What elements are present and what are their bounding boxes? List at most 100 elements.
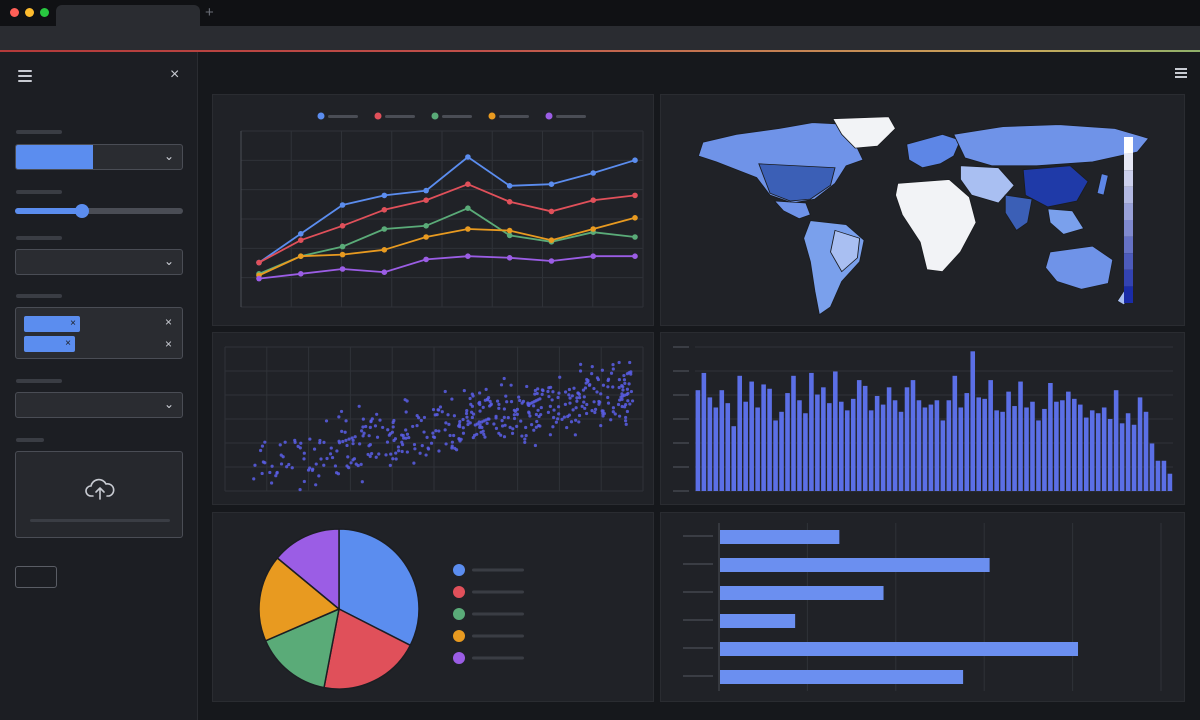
scatter-point bbox=[592, 386, 596, 391]
browser-tab[interactable] bbox=[56, 5, 200, 26]
column-bar bbox=[743, 401, 748, 491]
clear-row-icon[interactable]: × bbox=[165, 337, 172, 351]
scatter-point bbox=[552, 415, 556, 420]
scatter-point bbox=[420, 444, 424, 448]
column-bar bbox=[803, 413, 808, 491]
scatter-point bbox=[499, 383, 504, 387]
country-region bbox=[773, 200, 811, 220]
multiselect-field[interactable]: × × × × bbox=[15, 307, 183, 359]
clear-row-icon[interactable]: × bbox=[165, 315, 172, 329]
scatter-point bbox=[325, 456, 329, 461]
scatter-point bbox=[494, 426, 499, 430]
selected-chip[interactable]: × bbox=[24, 316, 80, 332]
column-bar bbox=[916, 400, 922, 491]
scatter-point bbox=[353, 435, 357, 439]
scatter-point bbox=[577, 413, 582, 418]
scatter-point bbox=[400, 440, 404, 444]
scatter-point bbox=[606, 385, 610, 389]
scatter-point bbox=[588, 382, 592, 387]
scatter-point bbox=[481, 429, 485, 433]
dropdown-select-1[interactable]: ⌄ bbox=[15, 249, 183, 275]
color-scale-step bbox=[1124, 170, 1133, 187]
chip-remove-icon[interactable]: × bbox=[70, 316, 76, 332]
scatter-point bbox=[623, 381, 627, 385]
scatter-point bbox=[397, 449, 401, 453]
scatter-point bbox=[260, 444, 265, 448]
scatter-point bbox=[415, 424, 419, 428]
scatter-point bbox=[443, 428, 447, 432]
scatter-point bbox=[438, 405, 443, 409]
scatter-point bbox=[263, 440, 267, 444]
scatter-point bbox=[509, 400, 514, 404]
scatter-point bbox=[443, 389, 447, 394]
new-tab-icon[interactable]: + bbox=[205, 4, 214, 22]
selected-chip[interactable]: × bbox=[24, 336, 75, 352]
column-bar bbox=[934, 400, 940, 491]
scatter-point bbox=[524, 425, 528, 430]
column-bar bbox=[976, 397, 981, 491]
scatter-point bbox=[356, 463, 360, 468]
scatter-point bbox=[334, 471, 339, 475]
scatter-point bbox=[455, 448, 459, 452]
scatter-point bbox=[546, 410, 551, 414]
scatter-point bbox=[391, 425, 395, 429]
scatter-point bbox=[523, 437, 527, 441]
scatter-point bbox=[335, 449, 339, 453]
scatter-point bbox=[617, 378, 621, 382]
scatter-point bbox=[405, 399, 409, 403]
column-bar bbox=[940, 420, 946, 491]
slider-handle[interactable] bbox=[75, 204, 90, 218]
chip-remove-icon[interactable]: × bbox=[65, 336, 71, 352]
scatter-point bbox=[302, 457, 306, 461]
file-upload-dropzone[interactable] bbox=[15, 451, 183, 538]
scatter-point bbox=[565, 425, 569, 430]
scatter-point bbox=[625, 409, 629, 414]
horizontal-bar bbox=[720, 614, 796, 628]
scatter-point bbox=[582, 400, 586, 404]
scatter-point bbox=[540, 392, 544, 396]
scatter-point bbox=[548, 433, 552, 437]
scatter-point bbox=[317, 474, 321, 478]
scatter-point bbox=[468, 396, 472, 401]
scatter-point bbox=[611, 367, 615, 371]
column-bar bbox=[1089, 410, 1095, 491]
scatter-point bbox=[471, 435, 475, 440]
scatter-point bbox=[263, 461, 267, 465]
scatter-point bbox=[620, 383, 624, 388]
scatter-point bbox=[563, 390, 568, 394]
column-bar bbox=[1143, 411, 1149, 491]
legend-marker bbox=[545, 112, 553, 120]
minimize-window-dot[interactable] bbox=[25, 8, 34, 17]
address-bar[interactable] bbox=[0, 26, 1200, 50]
column-bar bbox=[874, 395, 880, 491]
scatter-point bbox=[497, 406, 501, 410]
column-bar bbox=[701, 372, 707, 491]
scatter-point bbox=[609, 418, 613, 422]
close-icon[interactable]: × bbox=[170, 66, 179, 84]
hamburger-icon[interactable] bbox=[18, 70, 32, 82]
scatter-point bbox=[554, 420, 558, 424]
scatter-point bbox=[329, 446, 333, 450]
scatter-point bbox=[595, 390, 599, 394]
horizontal-bar bbox=[720, 670, 964, 684]
scatter-point bbox=[532, 404, 536, 408]
column-bar bbox=[970, 351, 976, 491]
scatter-point bbox=[530, 423, 534, 427]
primary-select[interactable]: ⌄ bbox=[15, 144, 183, 170]
data-point bbox=[297, 271, 304, 277]
data-point bbox=[256, 259, 262, 266]
scatter-point bbox=[557, 412, 561, 416]
scatter-point bbox=[258, 448, 263, 453]
scatter-point bbox=[617, 385, 621, 390]
maximize-window-dot[interactable] bbox=[40, 8, 49, 17]
scatter-point bbox=[569, 420, 574, 424]
dropdown-select-2[interactable]: ⌄ bbox=[15, 392, 183, 418]
close-window-dot[interactable] bbox=[10, 8, 19, 17]
scatter-point bbox=[431, 407, 436, 412]
range-slider[interactable] bbox=[15, 204, 183, 218]
scatter-point bbox=[446, 413, 450, 417]
scatter-point bbox=[566, 414, 570, 419]
sidebar-action-button[interactable] bbox=[15, 566, 57, 588]
scatter-point bbox=[366, 452, 370, 457]
hamburger-icon[interactable] bbox=[1175, 68, 1187, 78]
